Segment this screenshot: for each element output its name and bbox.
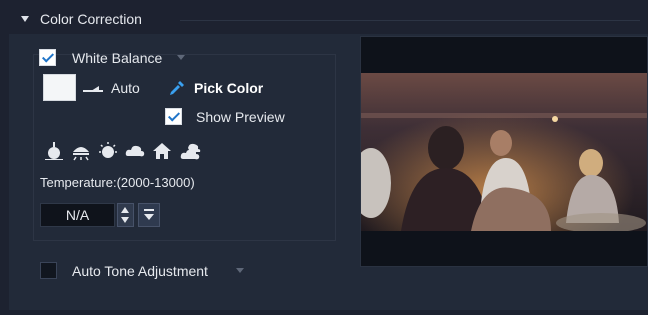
temperature-input[interactable]: N/A — [40, 203, 115, 227]
preview-image — [361, 73, 647, 231]
shade-icon[interactable] — [151, 140, 173, 162]
temperature-stepper[interactable] — [117, 203, 134, 227]
temperature-dropdown-button[interactable] — [138, 203, 160, 227]
increment-arrow-icon[interactable] — [121, 207, 129, 213]
bar-icon — [144, 209, 154, 211]
auto-tone-expand-icon[interactable] — [236, 268, 244, 273]
overcast-icon[interactable] — [180, 140, 202, 162]
color-swatch[interactable] — [43, 74, 76, 101]
chevron-down-icon — [144, 214, 154, 220]
eyedropper-icon[interactable] — [168, 79, 186, 97]
section-title: Color Correction — [40, 11, 142, 27]
auto-tone-checkbox[interactable] — [40, 262, 57, 279]
show-preview-checkbox[interactable] — [165, 108, 182, 125]
pick-color-button[interactable]: Pick Color — [194, 80, 263, 96]
collapse-triangle-icon[interactable] — [21, 16, 29, 22]
show-preview-label[interactable]: Show Preview — [196, 109, 285, 125]
cloudy-icon[interactable] — [124, 140, 146, 162]
decrement-arrow-icon[interactable] — [121, 217, 129, 223]
video-preview — [360, 36, 648, 267]
app-frame: Color Correction White Balance Auto Pick… — [0, 0, 648, 315]
daylight-icon[interactable] — [97, 140, 119, 162]
header-divider — [180, 20, 640, 21]
white-balance-checkbox[interactable] — [39, 49, 56, 66]
white-balance-expand-icon[interactable] — [177, 55, 185, 60]
auto-icon — [83, 86, 103, 92]
auto-label[interactable]: Auto — [111, 80, 140, 96]
color-correction-header[interactable]: Color Correction — [0, 0, 648, 34]
white-balance-label[interactable]: White Balance — [72, 50, 162, 66]
temperature-label: Temperature:(2000-13000) — [40, 175, 195, 190]
auto-tone-label[interactable]: Auto Tone Adjustment — [72, 263, 208, 279]
fluorescent-light-icon[interactable] — [70, 140, 92, 162]
tungsten-light-icon[interactable] — [43, 140, 65, 162]
